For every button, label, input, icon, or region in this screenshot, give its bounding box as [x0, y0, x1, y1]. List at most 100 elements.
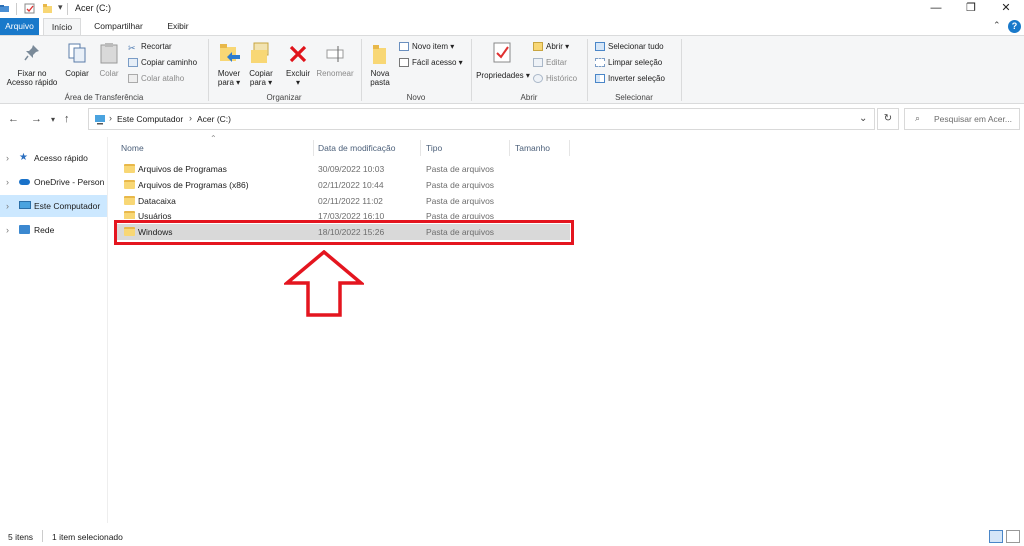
open-icon — [533, 42, 543, 51]
folder-icon — [124, 180, 135, 189]
column-header-tipo[interactable]: Tipo — [421, 140, 510, 156]
item-count: 5 itens — [8, 532, 34, 542]
tab-inicio[interactable]: Início — [43, 18, 81, 36]
paste-icon — [100, 43, 118, 64]
file-name: Arquivos de Programas — [138, 164, 227, 174]
search-box[interactable]: ⌕ Pesquisar em Acer... — [904, 108, 1020, 130]
paste-button[interactable]: Colar — [96, 69, 122, 78]
tab-compartilhar[interactable]: Compartilhar — [87, 18, 150, 36]
column-header-data[interactable]: Data de modificação — [313, 140, 421, 156]
expand-chevron-icon[interactable]: › — [6, 147, 9, 169]
file-date: 30/09/2022 10:03 — [318, 164, 385, 174]
qat-dropdown-icon[interactable]: ▾ — [58, 2, 63, 13]
address-bar[interactable]: › Este Computador › Acer (C:) ⌄ — [88, 108, 875, 130]
file-name: Datacaixa — [138, 196, 176, 206]
help-icon[interactable]: ? — [1008, 20, 1021, 33]
new-group-label: Novo — [406, 93, 426, 102]
tab-arquivo[interactable]: Arquivo — [0, 18, 39, 36]
ribbon-tabs: Arquivo Início Compartilhar Exibir ⌃ ? — [0, 18, 1024, 36]
properties-qat-icon[interactable] — [24, 3, 35, 14]
rename-icon — [326, 46, 344, 62]
nav-item-acesso-rapido[interactable]: › ★ Acesso rápido — [0, 147, 107, 169]
expand-chevron-icon[interactable]: › — [6, 195, 9, 217]
nav-item-este-computador[interactable]: › Este Computador — [0, 195, 107, 217]
large-icons-view-icon[interactable] — [1006, 530, 1020, 543]
computer-icon — [19, 201, 31, 209]
title-bar: ▾ Acer (C:) — ❐ ✕ — [0, 0, 1024, 18]
copy-button[interactable]: Copiar — [62, 69, 92, 78]
properties-button[interactable]: Propriedades ▾ — [476, 71, 530, 80]
clipboard-group-label: Área de Transferência — [64, 93, 144, 102]
select-none-icon — [595, 58, 605, 67]
paste-shortcut-icon — [128, 74, 138, 83]
new-item-button[interactable]: Novo item ▾ — [399, 41, 454, 52]
collapse-ribbon-icon[interactable]: ⌃ — [993, 20, 1001, 31]
move-to-button[interactable]: Mover para ▾ — [213, 69, 245, 87]
folder-icon — [124, 196, 135, 205]
open-button[interactable]: Abrir ▾ — [533, 41, 569, 52]
delete-button[interactable]: Excluir ▾ — [284, 69, 312, 87]
edit-button[interactable]: Editar — [533, 57, 567, 68]
file-name: Arquivos de Programas (x86) — [138, 180, 249, 190]
rename-button[interactable]: Renomear — [314, 69, 356, 78]
search-icon: ⌕ — [915, 113, 921, 123]
history-icon — [533, 74, 543, 83]
breadcrumb-este-computador[interactable]: Este Computador — [117, 114, 183, 124]
file-row[interactable]: Usuários 17/03/2022 16:10 Pasta de arqui… — [116, 208, 570, 219]
easy-access-button[interactable]: Fácil acesso ▾ — [399, 57, 463, 68]
paste-shortcut-button[interactable]: Colar atalho — [128, 73, 184, 84]
navigation-pane: › ★ Acesso rápido › OneDrive - Person › … — [0, 137, 108, 523]
file-row[interactable]: Arquivos de Programas (x86) 02/11/2022 1… — [116, 177, 570, 193]
select-group-label: Selecionar — [615, 93, 653, 102]
select-all-icon — [595, 42, 605, 51]
cloud-icon — [19, 179, 30, 185]
expand-chevron-icon[interactable]: › — [6, 219, 9, 241]
refresh-icon[interactable]: ↻ — [877, 108, 899, 130]
edit-icon — [533, 58, 543, 67]
copy-to-button[interactable]: Copiar para ▾ — [245, 69, 277, 87]
close-button[interactable]: ✕ — [990, 0, 1022, 18]
history-button[interactable]: Histórico — [533, 73, 577, 84]
pin-icon — [24, 45, 39, 61]
forward-arrow-icon[interactable]: → — [31, 113, 42, 125]
nav-item-onedrive[interactable]: › OneDrive - Person — [0, 171, 107, 193]
back-arrow-icon[interactable]: ← — [8, 113, 19, 125]
folder-icon — [124, 211, 135, 219]
file-type: Pasta de arquivos — [426, 196, 495, 206]
new-folder-button[interactable]: Nova pasta — [366, 69, 394, 87]
copy-path-button[interactable]: Copiar caminho — [128, 57, 197, 68]
file-row[interactable]: Arquivos de Programas 30/09/2022 10:03 P… — [116, 161, 570, 177]
restore-button[interactable]: ❐ — [955, 0, 987, 18]
copy-icon — [68, 43, 86, 63]
invert-selection-button[interactable]: Inverter seleção — [595, 73, 665, 84]
breadcrumb-acer[interactable]: Acer (C:) — [197, 114, 231, 124]
delete-icon — [289, 45, 307, 63]
recent-locations-icon[interactable]: ▾ — [51, 115, 55, 124]
minimize-button[interactable]: — — [920, 0, 952, 18]
up-arrow-icon[interactable]: ↑ — [64, 113, 70, 125]
status-bar: 5 itens 1 item selecionado — [0, 528, 1024, 546]
expand-chevron-icon[interactable]: › — [6, 171, 9, 193]
open-group-label: Abrir — [520, 93, 538, 102]
scissors-icon: ✂ — [128, 43, 136, 53]
select-all-button[interactable]: Selecionar tudo — [595, 41, 664, 52]
select-none-button[interactable]: Limpar seleção — [595, 57, 662, 68]
file-type: Pasta de arquivos — [426, 164, 495, 174]
new-folder-qat-icon[interactable] — [42, 3, 53, 14]
file-row[interactable]: Datacaixa 02/11/2022 11:02 Pasta de arqu… — [116, 193, 570, 209]
nav-item-rede[interactable]: › Rede — [0, 219, 107, 241]
file-date: 02/11/2022 10:44 — [318, 180, 384, 190]
column-header-tamanho[interactable]: Tamanho — [510, 140, 570, 156]
column-header-nome[interactable]: Nome — [116, 140, 314, 156]
pin-quick-access-button[interactable]: Fixar no Acesso rápido — [4, 69, 60, 87]
search-input[interactable]: Pesquisar em Acer... — [934, 114, 1012, 124]
address-dropdown-icon[interactable]: ⌄ — [859, 113, 867, 124]
folder-icon — [124, 164, 135, 173]
file-type: Pasta de arquivos — [426, 211, 495, 219]
cut-button[interactable]: ✂ Recortar — [128, 41, 172, 53]
move-to-icon — [220, 44, 240, 62]
copy-path-icon — [128, 58, 138, 67]
tab-exibir[interactable]: Exibir — [160, 18, 196, 36]
network-icon — [19, 225, 30, 234]
details-view-icon[interactable] — [989, 530, 1003, 543]
